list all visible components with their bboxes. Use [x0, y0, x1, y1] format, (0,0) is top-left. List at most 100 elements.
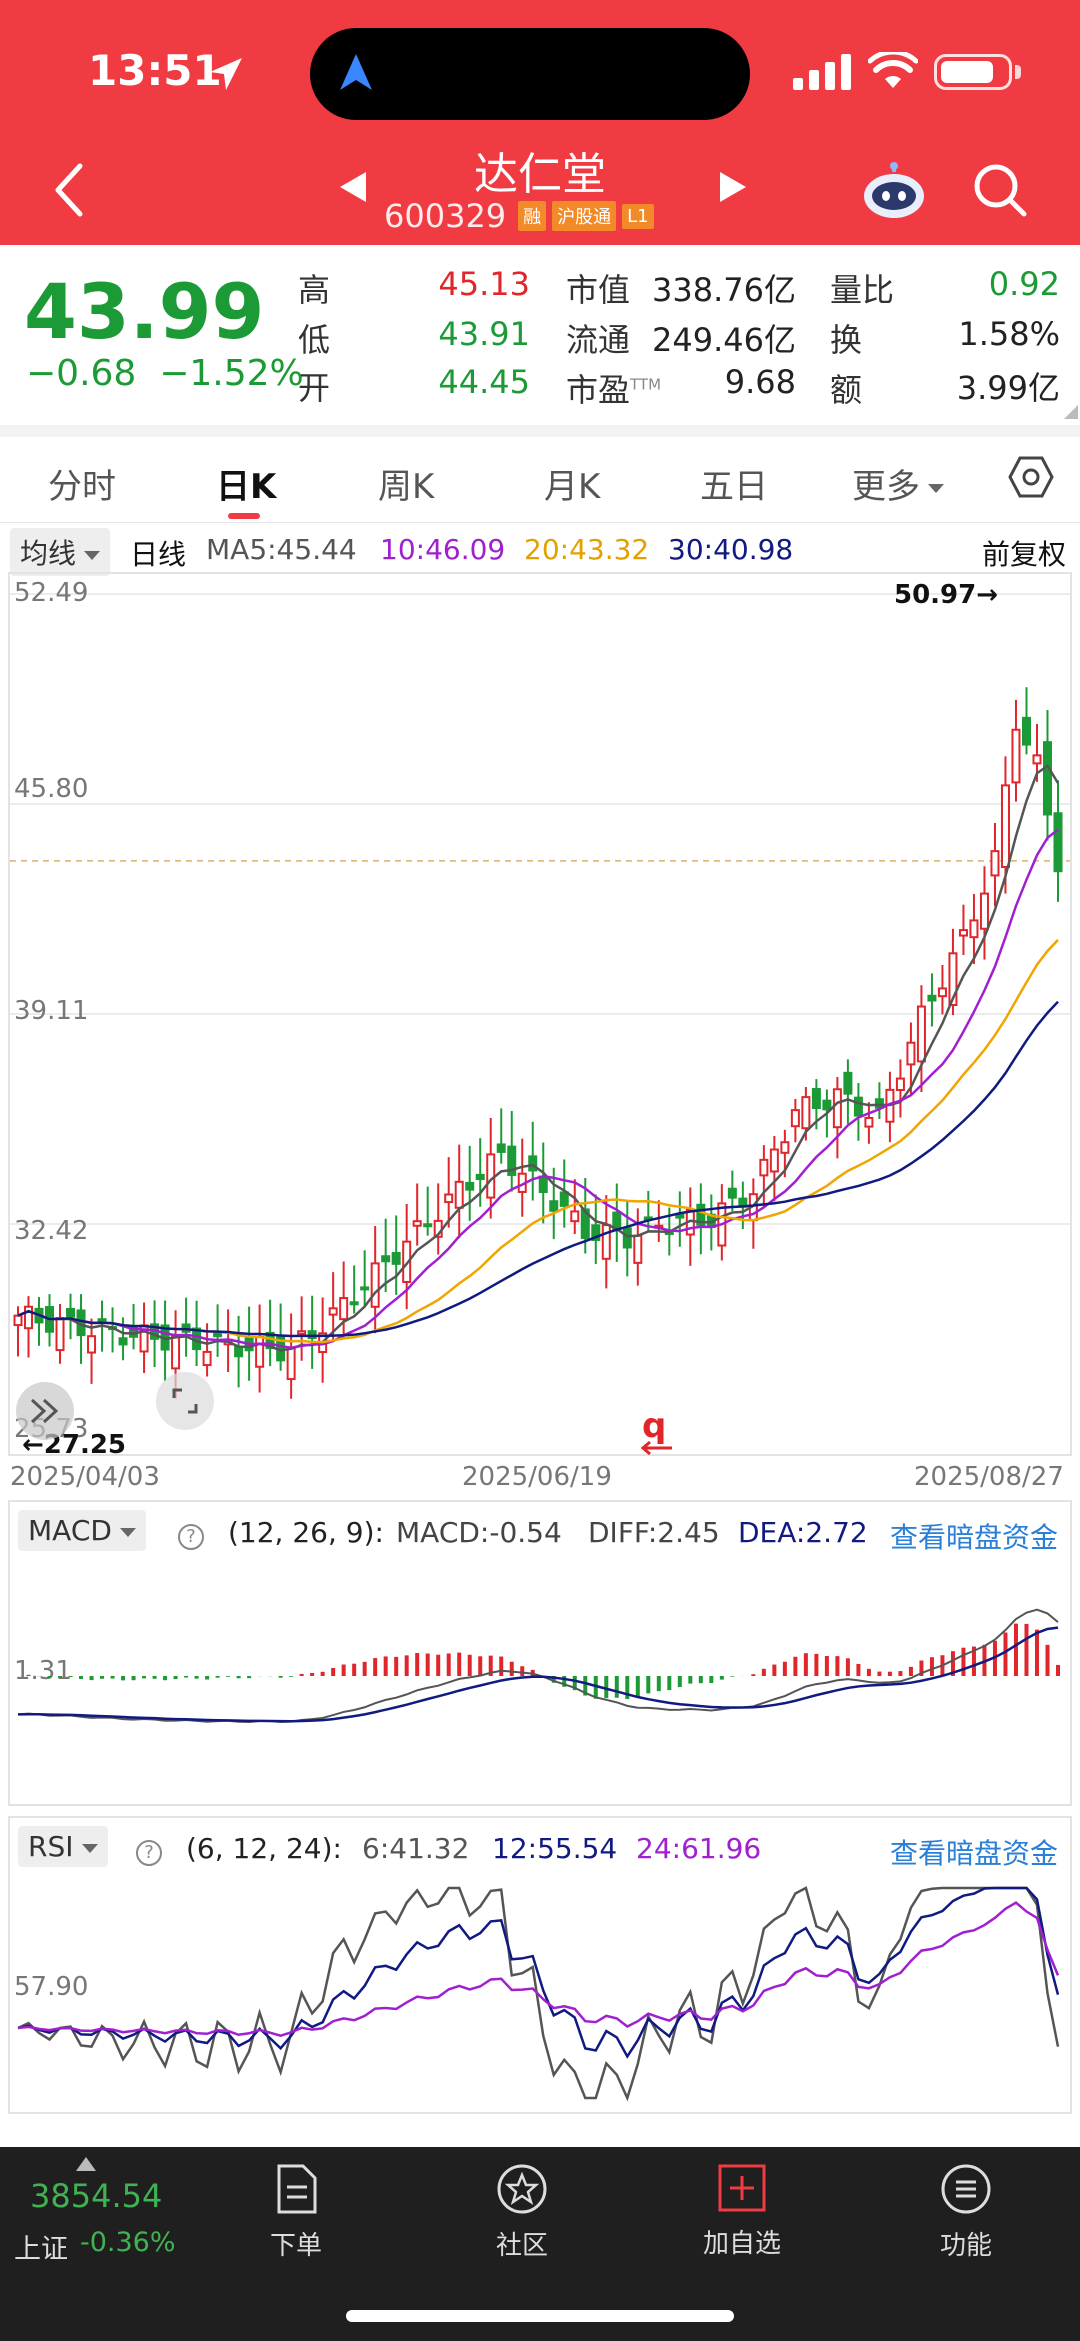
sh-index-change: -0.36% — [80, 2227, 176, 2258]
high-label: 高 — [298, 271, 331, 309]
float-value: 249.46亿 — [652, 321, 796, 359]
nav-order[interactable]: 下单 — [236, 2163, 356, 2262]
pe-value: 9.68 — [724, 363, 796, 401]
active-tab-indicator — [228, 513, 260, 519]
candle-body — [118, 1337, 128, 1346]
candle-body — [759, 1158, 769, 1177]
candle-body — [486, 1153, 496, 1199]
rsi-dropdown[interactable]: RSI — [18, 1826, 108, 1867]
candle-body — [202, 1350, 212, 1367]
nav-add-watchlist-label: 加自选 — [702, 2229, 781, 2259]
candle-body — [381, 1255, 391, 1263]
menu-circle-icon — [941, 2164, 991, 2214]
macd-dropdown[interactable]: MACD — [18, 1510, 146, 1551]
adjust-mode[interactable]: 前复权 — [982, 533, 1066, 573]
caret-down-icon — [81, 1843, 98, 1853]
tab-five-day[interactable]: 五日 — [700, 459, 768, 508]
kline-chart[interactable] — [10, 574, 1070, 1454]
vr-value: 0.92 — [988, 265, 1060, 303]
expand-corner-icon[interactable] — [1064, 405, 1078, 419]
change-value: −0.68 — [26, 353, 137, 394]
change-pct: −1.52% — [159, 353, 304, 394]
settings-hexagon-icon[interactable] — [1008, 454, 1054, 500]
turnover-label: 换 — [830, 321, 863, 359]
stock-code: 600329 — [384, 197, 507, 235]
caret-down-icon — [84, 550, 101, 560]
indicator-dropdown[interactable]: 均线 — [10, 528, 111, 576]
open-label: 开 — [298, 369, 331, 407]
fullscreen-icon — [172, 1388, 198, 1414]
battery-tip — [1015, 65, 1021, 79]
max-price-note: 50.97→ — [894, 580, 999, 610]
rsi6-value: 6:41.32 — [362, 1832, 470, 1865]
candle-body — [1032, 754, 1042, 765]
location-arrow-icon — [210, 58, 242, 90]
nav-add-watchlist[interactable]: 加自选 — [682, 2163, 802, 2260]
kline-y-label-max: 52.49 — [14, 578, 89, 608]
candle-body — [538, 1175, 548, 1194]
top-bar: 13:51 达仁堂 600329 融 沪股通 L1 — [0, 0, 1080, 245]
robot-assistant-icon[interactable] — [862, 162, 926, 220]
next-stock-triangle-icon[interactable] — [718, 170, 748, 204]
ma20-line — [17, 939, 1059, 1344]
candle-body — [832, 1088, 842, 1129]
price-change: −0.68 −1.52% — [26, 353, 304, 394]
candle-body — [255, 1336, 265, 1368]
dark-pool-link-rsi[interactable]: 查看暗盘资金 — [890, 1832, 1058, 1872]
candle-body — [790, 1109, 800, 1128]
tab-daily-k[interactable]: 日K — [216, 459, 276, 508]
candle-body — [475, 1173, 485, 1181]
chart-period-tabs: 分时 日K 周K 月K 五日 更多 — [0, 437, 1080, 523]
nav-community-label: 社区 — [495, 2231, 548, 2261]
expand-sidebar-button[interactable] — [16, 1382, 74, 1440]
candle-body — [1000, 784, 1010, 868]
navigation-arrow-icon — [340, 54, 372, 90]
pe-label: 市盈TTM — [566, 371, 662, 409]
caret-down-icon — [119, 1527, 136, 1537]
tab-monthly-k[interactable]: 月K — [544, 459, 600, 508]
candle-body — [454, 1180, 464, 1209]
nav-community[interactable]: 社区 — [462, 2163, 582, 2262]
search-icon[interactable] — [972, 162, 1028, 218]
tab-weekly-k[interactable]: 周K — [378, 459, 434, 508]
period-label: 日线 — [130, 538, 187, 571]
candle-body — [990, 850, 1000, 877]
document-icon — [277, 2164, 317, 2214]
diff-line — [17, 1608, 1059, 1724]
float-label: 流通 — [566, 321, 631, 359]
tab-more[interactable]: 更多 — [852, 459, 944, 508]
fullscreen-button[interactable] — [156, 1372, 214, 1430]
rsi12-value: 12:55.54 — [492, 1832, 618, 1865]
candle-body — [412, 1220, 422, 1227]
pe-ttm-sup: TTM — [630, 375, 662, 394]
rsi-chart — [17, 1886, 1060, 2102]
candle-body — [549, 1200, 559, 1212]
signal-icon — [793, 54, 851, 90]
candle-body — [55, 1317, 65, 1352]
candle-body — [937, 987, 947, 998]
diff-value: DIFF:2.45 — [588, 1516, 720, 1549]
candle-body — [444, 1193, 454, 1204]
dark-pool-link[interactable]: 查看暗盘资金 — [890, 1516, 1058, 1556]
candle-body — [66, 1307, 76, 1318]
candle-body — [895, 1077, 905, 1091]
ma5-line — [17, 764, 1060, 1352]
candle-body — [1042, 741, 1052, 816]
turnover-value: 1.58% — [958, 315, 1060, 353]
add-square-icon — [718, 2164, 766, 2212]
candle-body — [958, 929, 968, 937]
macd-help-icon[interactable]: ? — [178, 1516, 204, 1550]
vr-label: 量比 — [830, 271, 895, 309]
candle-body — [423, 1223, 433, 1228]
nav-functions[interactable]: 功能 — [906, 2163, 1026, 2262]
candle-body — [1021, 716, 1031, 746]
tag-margin: 融 — [518, 201, 547, 231]
ma20-value: 20:43.32 — [524, 533, 650, 566]
candle-body — [916, 1005, 926, 1063]
sh-index-value[interactable]: 3854.54 — [30, 2177, 162, 2215]
candle-body — [969, 919, 979, 939]
rsi-params: (6, 12, 24): — [186, 1832, 342, 1865]
date-mid: 2025/06/19 — [462, 1462, 612, 1492]
tab-intraday[interactable]: 分时 — [48, 459, 116, 508]
rsi-help-icon[interactable]: ? — [136, 1832, 162, 1866]
